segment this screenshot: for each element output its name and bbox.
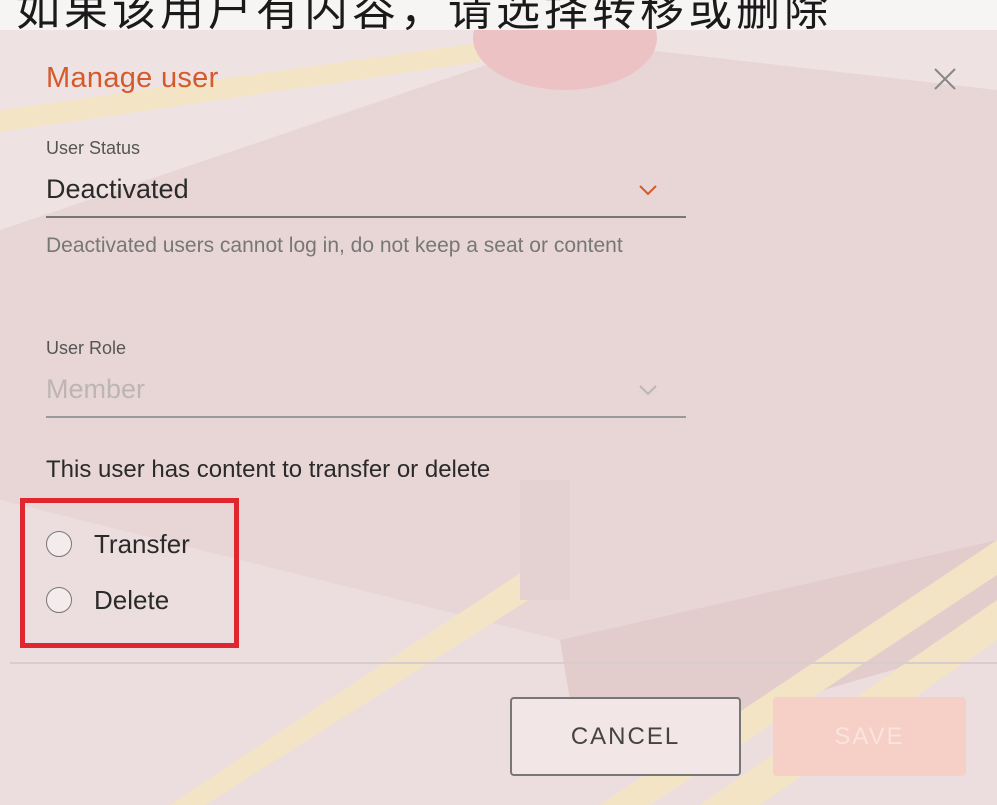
annotation-highlight-box bbox=[20, 498, 239, 648]
chevron-down-icon bbox=[639, 185, 657, 196]
user-role-label: User Role bbox=[46, 338, 127, 358]
radio-option-transfer[interactable]: Transfer bbox=[46, 526, 190, 562]
manage-user-dialog: Manage user User Status Deactivated Deac… bbox=[0, 0, 997, 805]
user-status-value: Deactivated bbox=[46, 174, 189, 204]
footer-divider bbox=[10, 662, 997, 664]
save-button[interactable]: SAVE bbox=[773, 697, 966, 776]
radio-option-delete[interactable]: Delete bbox=[46, 582, 169, 618]
user-role-select[interactable]: Member bbox=[46, 364, 686, 418]
radio-button[interactable] bbox=[46, 587, 72, 613]
chevron-down-icon bbox=[639, 385, 657, 396]
user-status-label: User Status bbox=[46, 138, 141, 158]
radio-button[interactable] bbox=[46, 531, 72, 557]
radio-label-transfer: Transfer bbox=[94, 528, 190, 559]
user-status-helper-text: Deactivated users cannot log in, do not … bbox=[46, 234, 623, 257]
cancel-button[interactable]: CANCEL bbox=[510, 697, 741, 776]
radio-label-delete: Delete bbox=[94, 584, 170, 615]
close-icon bbox=[934, 68, 956, 90]
user-status-select[interactable]: Deactivated bbox=[46, 164, 686, 218]
user-role-value: Member bbox=[46, 374, 146, 404]
content-section-heading: This user has content to transfer or del… bbox=[46, 456, 491, 483]
dialog-title: Manage user bbox=[46, 62, 219, 94]
close-button[interactable] bbox=[930, 64, 960, 94]
